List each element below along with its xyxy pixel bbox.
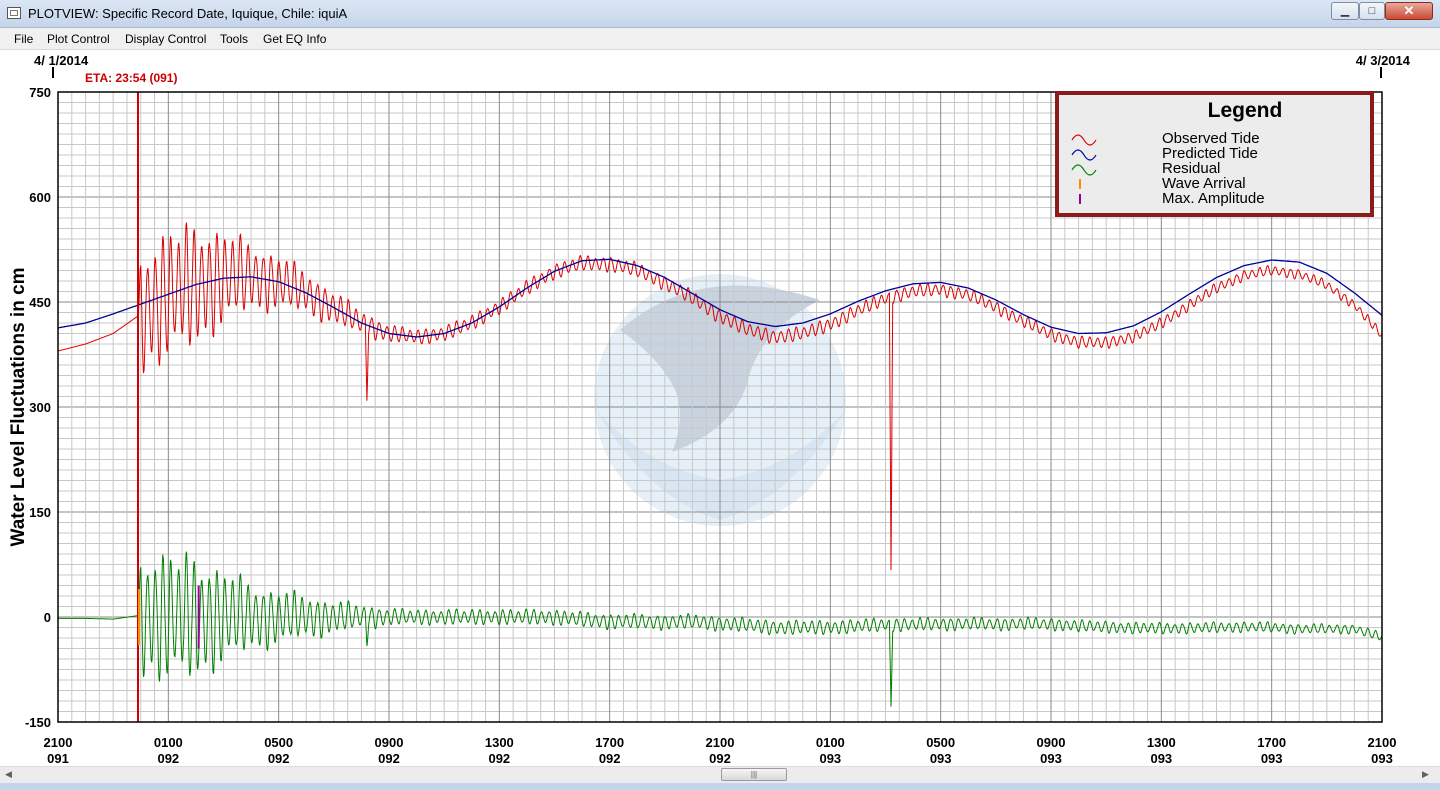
minimize-button[interactable]: ▁: [1331, 2, 1359, 20]
x-tick-day-label: 093: [1371, 751, 1393, 766]
legend-item-label: Max. Amplitude: [1162, 190, 1265, 207]
scrollbar-thumb[interactable]: |||: [721, 768, 787, 781]
tide-plot: 4/ 1/2014 4/ 3/2014 ETA: 23:54 (091) Wat…: [0, 50, 1440, 766]
x-tick-time-label: 1300: [1147, 735, 1176, 750]
x-tick-day-label: 092: [157, 751, 179, 766]
menu-plot-control[interactable]: Plot Control: [47, 32, 110, 46]
title-bar: PLOTVIEW: Specific Record Date, Iquique,…: [0, 0, 1440, 28]
scroll-left-arrow-icon[interactable]: ◀: [5, 769, 12, 780]
x-tick-time-label: 2100: [706, 735, 735, 750]
x-tick-day-label: 091: [47, 751, 69, 766]
y-tick-label: 150: [29, 505, 51, 520]
y-tick-label: 450: [29, 295, 51, 310]
x-tick-day-label: 092: [488, 751, 510, 766]
x-tick-time-label: 0100: [154, 735, 183, 750]
legend-box[interactable]: Legend Observed TidePredicted TideResidu…: [1055, 91, 1374, 217]
x-tick-time-label: 1700: [1257, 735, 1286, 750]
maximize-button[interactable]: □: [1359, 2, 1385, 20]
eta-label: ETA: 23:54 (091): [85, 71, 177, 85]
close-button[interactable]: ✕: [1385, 2, 1433, 20]
x-tick-day-label: 092: [709, 751, 731, 766]
start-date-label: 4/ 1/2014: [34, 53, 89, 68]
menu-bar: File Plot Control Display Control Tools …: [0, 28, 1440, 50]
x-tick-time-label: 2100: [44, 735, 73, 750]
window-bottom-border: [0, 783, 1440, 790]
x-tick-day-label: 093: [819, 751, 841, 766]
legend-title: Legend: [1208, 99, 1283, 122]
x-tick-time-label: 2100: [1368, 735, 1397, 750]
menu-file[interactable]: File: [14, 32, 33, 46]
x-tick-time-label: 0500: [926, 735, 955, 750]
x-tick-time-label: 0900: [1037, 735, 1066, 750]
x-tick-day-label: 093: [1150, 751, 1172, 766]
x-tick-time-label: 0500: [264, 735, 293, 750]
x-tick-day-label: 093: [1040, 751, 1062, 766]
x-tick-time-label: 1700: [595, 735, 624, 750]
end-date-label: 4/ 3/2014: [1356, 53, 1411, 68]
y-tick-label: 300: [29, 400, 51, 415]
scroll-right-arrow-icon[interactable]: ▶: [1422, 769, 1429, 780]
y-tick-label: 0: [44, 610, 51, 625]
menu-display-control[interactable]: Display Control: [125, 32, 206, 46]
y-tick-label: 750: [29, 85, 51, 100]
menu-tools[interactable]: Tools: [220, 32, 248, 46]
horizontal-scrollbar[interactable]: ◀ ||| ▶: [0, 766, 1440, 783]
x-tick-time-label: 0100: [816, 735, 845, 750]
y-tick-label: 600: [29, 190, 51, 205]
x-tick-day-label: 092: [378, 751, 400, 766]
x-tick-time-label: 1300: [485, 735, 514, 750]
window-title: PLOTVIEW: Specific Record Date, Iquique,…: [28, 6, 348, 21]
x-tick-day-label: 092: [268, 751, 290, 766]
x-tick-day-label: 093: [930, 751, 952, 766]
x-tick-day-label: 092: [599, 751, 621, 766]
x-tick-time-label: 0900: [375, 735, 404, 750]
app-window-icon[interactable]: [7, 7, 21, 19]
y-tick-label: -150: [25, 715, 51, 730]
x-tick-day-label: 093: [1261, 751, 1283, 766]
menu-get-eq-info[interactable]: Get EQ Info: [263, 32, 326, 46]
y-axis-title: Water Level Fluctuations in cm: [8, 267, 29, 546]
